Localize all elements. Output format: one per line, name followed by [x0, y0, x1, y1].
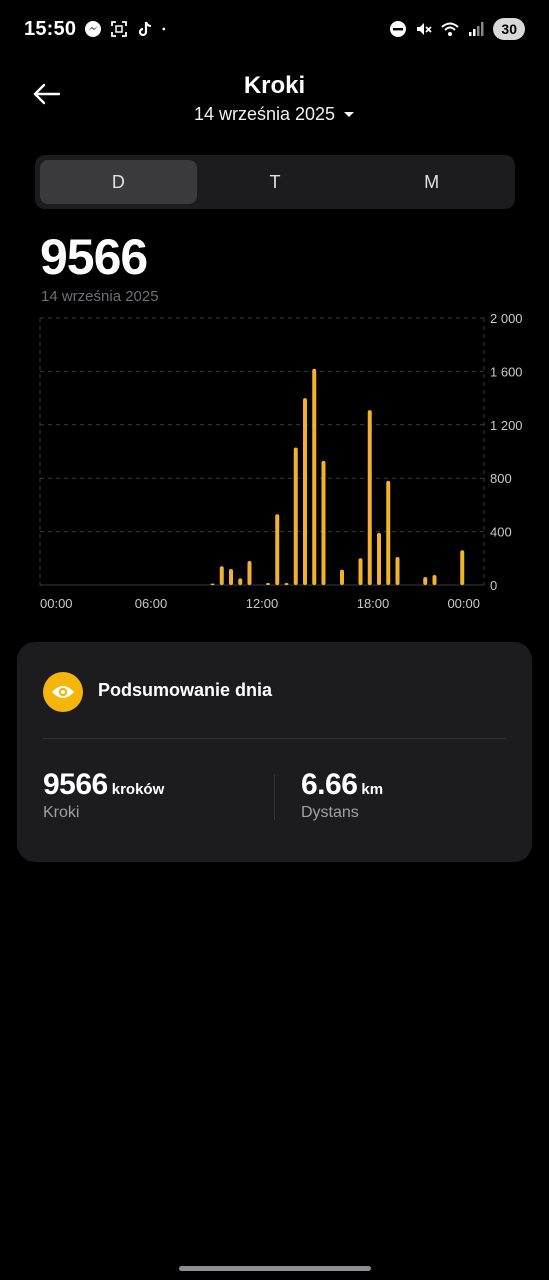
y-tick-label: 0 — [490, 578, 497, 593]
chart-bar — [395, 556, 400, 585]
date-selector[interactable]: 14 września 2025 — [0, 104, 549, 125]
total-steps-value: 9566 — [40, 229, 148, 285]
screenshot-icon — [111, 21, 127, 37]
status-bar: 15:50 30 — [0, 0, 549, 60]
mute-icon — [417, 23, 433, 35]
tab-week[interactable]: T — [197, 160, 354, 204]
chart-bar — [386, 480, 391, 585]
x-tick-label: 06:00 — [135, 596, 168, 611]
selected-date-label: 14 września 2025 — [41, 288, 159, 305]
x-tick-label: 00:00 — [447, 596, 480, 611]
chart-bar — [377, 532, 381, 585]
y-tick-label: 1 600 — [490, 364, 523, 379]
y-tick-label: 1 200 — [490, 418, 523, 433]
chart-bar — [340, 569, 344, 585]
chart-bar — [423, 576, 428, 585]
date-label: 14 września 2025 — [193, 104, 336, 124]
chart-bar — [210, 583, 215, 585]
summary-title: Podsumowanie dnia — [98, 680, 273, 700]
day-summary-card[interactable]: Podsumowanie dnia 9566 kroków Kroki 6.66… — [17, 642, 532, 862]
x-tick-label: 00:00 — [40, 596, 73, 611]
distance-value: 6.66 — [301, 768, 358, 801]
chart-bar — [293, 447, 298, 585]
caret-down-icon — [344, 111, 355, 117]
steps-chart-svg: 2 000 1 600 1 200 800 400 0 00:00 06:00 12:00 18:… — [39, 311, 523, 611]
system-icons: 30 — [389, 18, 525, 40]
messenger-icon — [85, 21, 101, 37]
steps-stat: 9566 kroków Kroki — [43, 768, 164, 822]
divider — [43, 738, 506, 739]
chart-bar — [432, 574, 437, 585]
x-tick-label: 12:00 — [246, 596, 279, 611]
chart-bar — [303, 398, 307, 585]
chart-bar — [367, 410, 372, 585]
y-tick-label: 400 — [490, 525, 512, 540]
distance-unit: km — [361, 781, 384, 798]
distance-stat: 6.66 km Dystans — [301, 768, 383, 822]
home-indicator[interactable] — [179, 1266, 371, 1271]
battery-indicator: 30 — [493, 18, 525, 40]
notification-icons — [84, 20, 170, 38]
tiktok-icon — [138, 21, 152, 37]
steps-chart[interactable]: 2 000 1 600 1 200 800 400 0 00:00 06:00 12:00 18:… — [0, 305, 549, 625]
chart-bar — [284, 582, 289, 585]
chart-bar — [275, 514, 280, 585]
chart-bar — [321, 460, 326, 585]
chart-bar — [312, 368, 317, 585]
dot-icon — [162, 27, 166, 31]
chart-bar — [238, 578, 243, 585]
steps-unit: kroków — [111, 781, 165, 798]
page-title: Kroki — [243, 72, 306, 99]
y-tick-label: 800 — [490, 471, 512, 486]
status-time: 15:50 — [24, 18, 77, 40]
steps-value: 9566 — [43, 768, 108, 801]
chart-bar — [229, 568, 233, 585]
chart-bar — [219, 566, 224, 585]
chart-bar — [460, 550, 465, 585]
eye-icon — [43, 672, 83, 712]
signal-icon — [469, 22, 484, 36]
chart-bar — [247, 560, 252, 585]
distance-label: Dystans — [301, 804, 359, 821]
stat-divider — [274, 774, 275, 820]
period-tabs: D T M — [35, 155, 515, 209]
wifi-icon — [441, 22, 460, 36]
dnd-icon — [390, 21, 407, 37]
y-tick-label: 2 000 — [490, 311, 523, 326]
chart-bar — [358, 558, 363, 585]
steps-label: Kroki — [43, 804, 80, 821]
x-tick-label: 18:00 — [357, 596, 390, 611]
chart-bar — [266, 582, 270, 585]
tab-month[interactable]: M — [353, 160, 510, 204]
tab-day[interactable]: D — [40, 160, 197, 204]
